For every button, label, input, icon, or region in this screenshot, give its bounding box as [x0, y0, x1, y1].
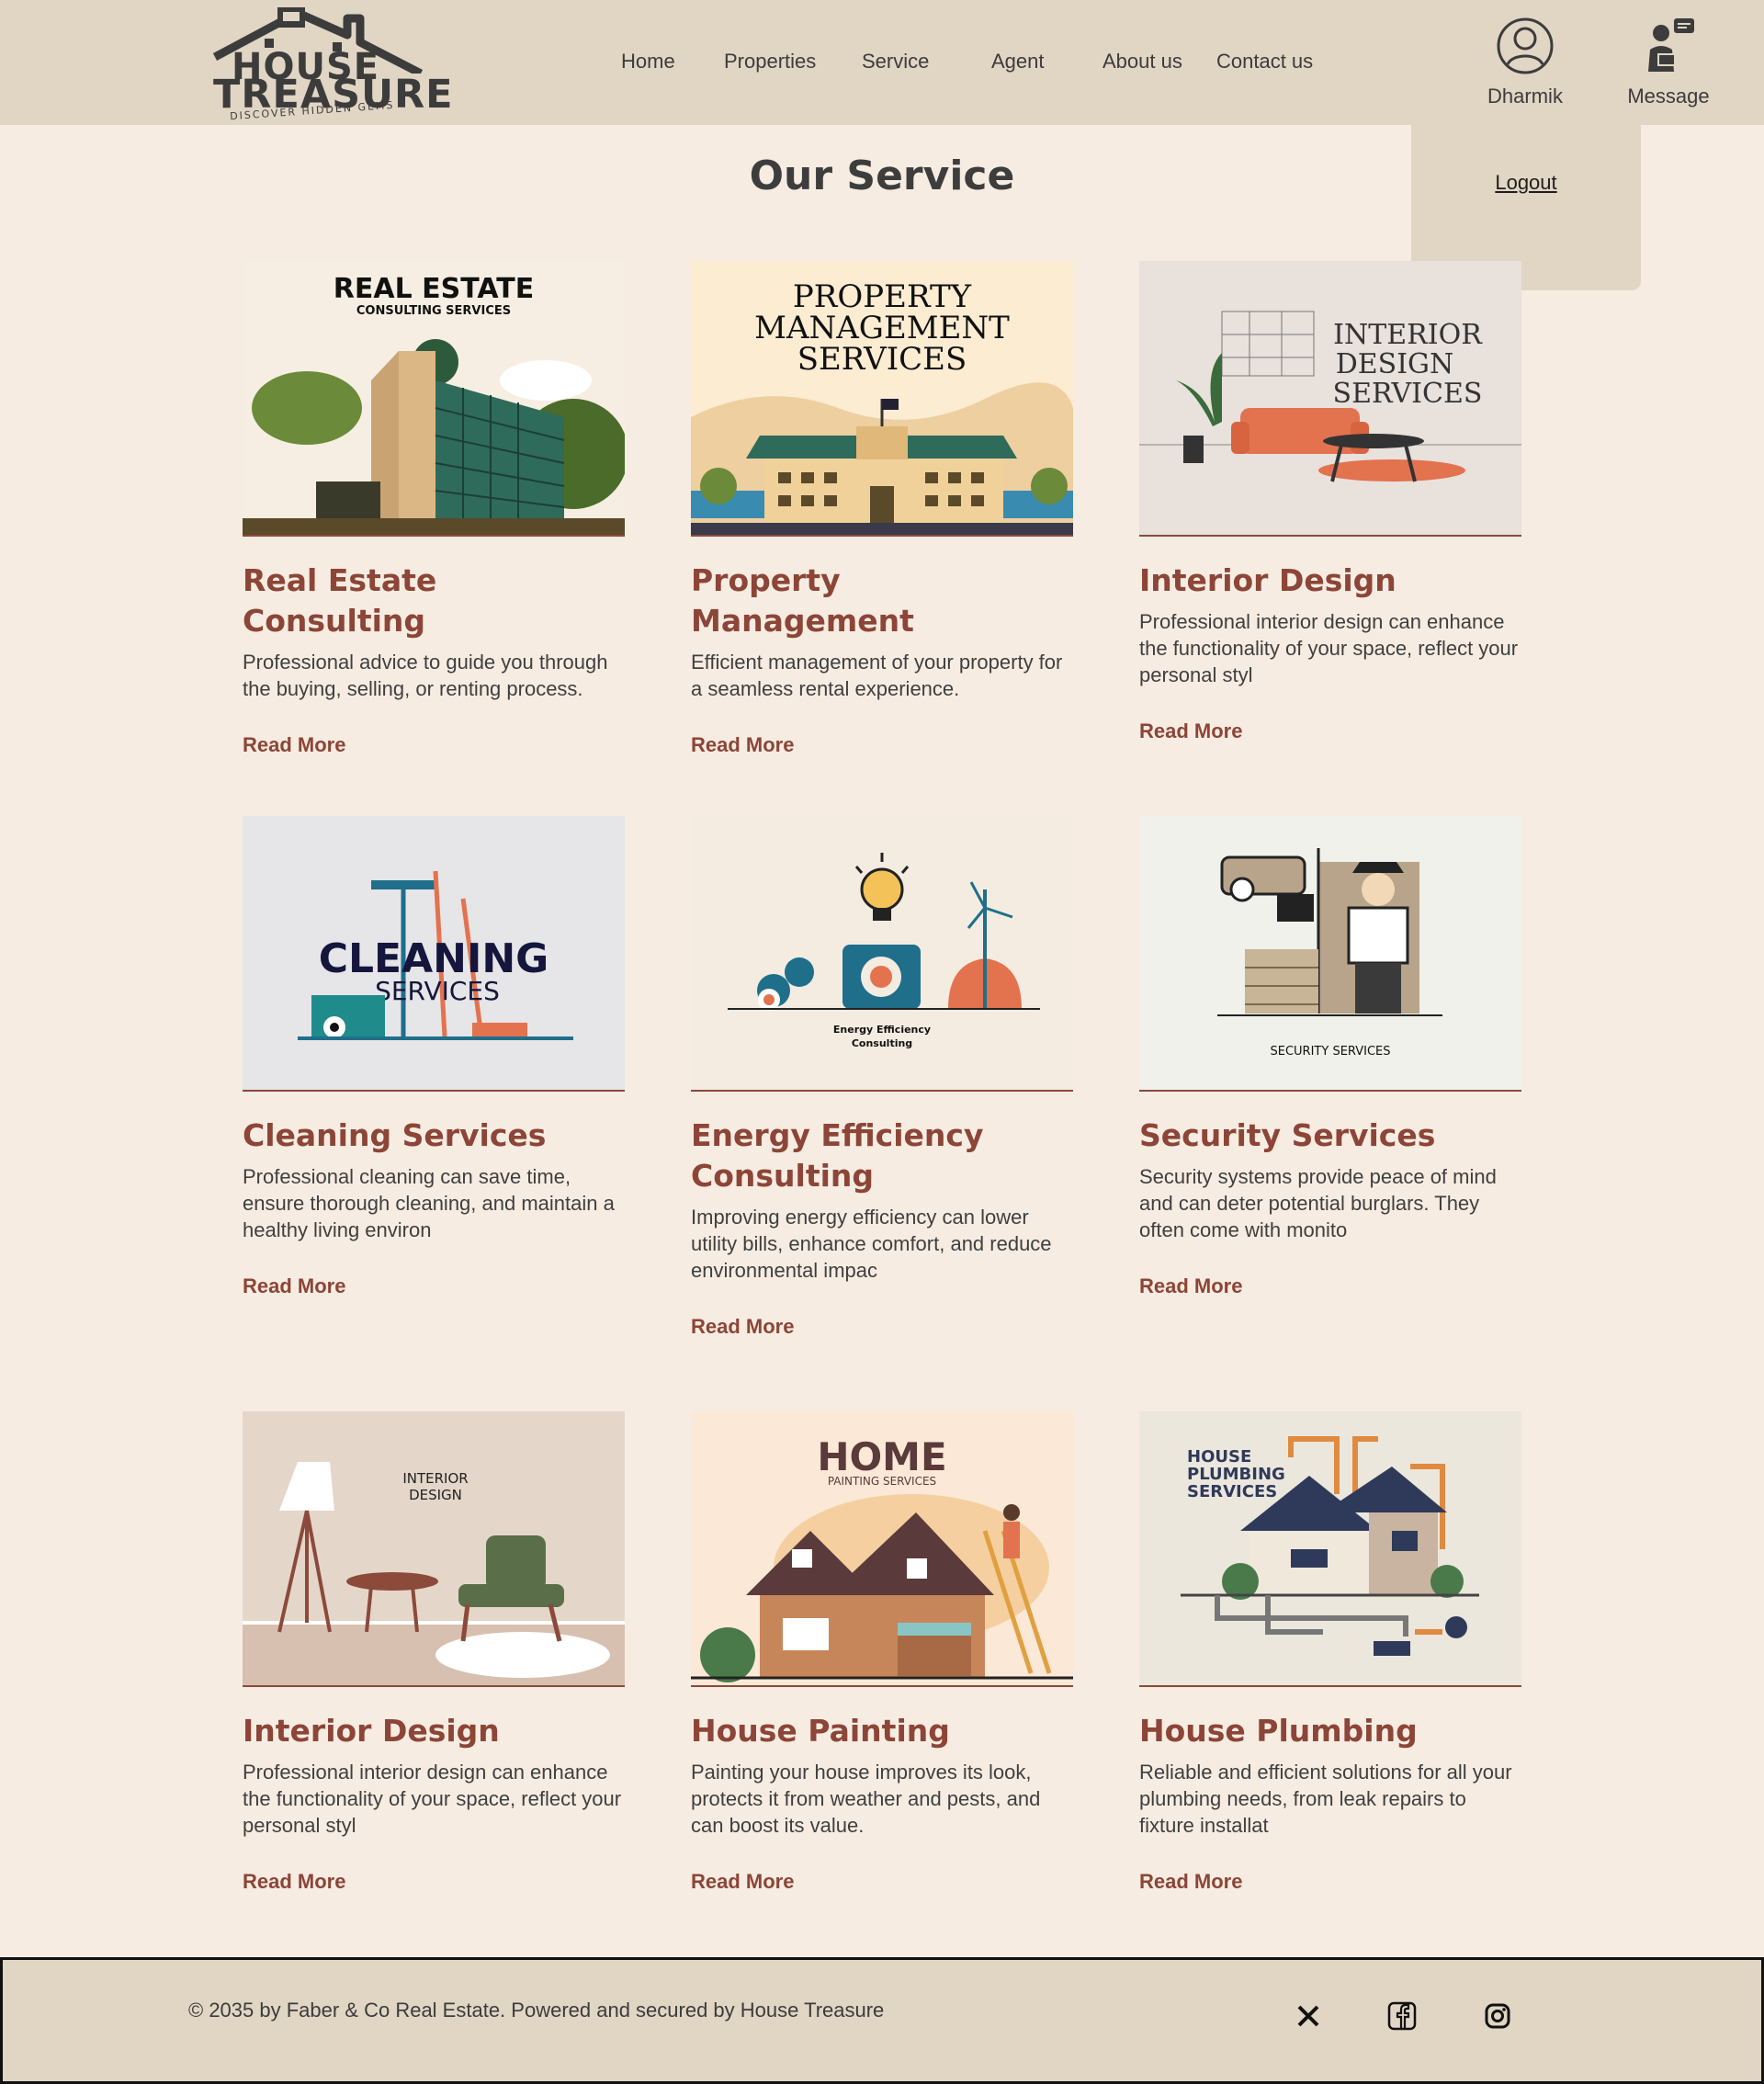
interior-illustration: INTERIOR DESIGN SERVICES: [1139, 311, 1521, 482]
service-image: Energy Efficiency Consulting: [691, 816, 1073, 1092]
service-description: Professional interior design can enhance…: [243, 1761, 622, 1837]
service-image: HOUSE PLUMBING SERVICES: [1139, 1411, 1521, 1687]
agent-chat-icon: [1648, 18, 1694, 72]
service-title: House Painting: [691, 1713, 950, 1749]
x-glyph: [1297, 2005, 1319, 2027]
security-illustration: SECURITY SERVICES: [1217, 848, 1442, 1059]
service-title: Interior Design: [1139, 562, 1396, 598]
instagram-glyph: [1485, 2003, 1510, 2029]
service-title: House Plumbing: [1139, 1713, 1418, 1749]
house-treasure-logo[interactable]: HOUSE TREASURE DISCOVER HIDDEN GEMS: [209, 0, 452, 123]
facebook-glyph: [1387, 2001, 1417, 2031]
image-caption: HOUSE: [1187, 1447, 1251, 1467]
image-caption-2: PAINTING SERVICES: [828, 1475, 936, 1488]
cleaning-illustration: CLEANING SERVICES: [298, 870, 573, 1040]
service-title: Real Estate Consulting: [243, 562, 437, 639]
service-card: REAL ESTATE CONSULTING SERVICES Real Est…: [243, 261, 625, 757]
image-caption: Energy Efficiency: [833, 1024, 931, 1036]
service-image: CLEANING SERVICES: [243, 816, 625, 1092]
service-description: Improving energy efficiency can lower ut…: [691, 1206, 1052, 1282]
service-image: INTERIOR DESIGN: [243, 1411, 625, 1687]
nav-contact[interactable]: Contact us: [1216, 50, 1313, 74]
image-caption-2: SERVICES: [375, 976, 500, 1006]
service-description: Professional interior design can enhance…: [1139, 610, 1519, 686]
service-image: INTERIOR DESIGN SERVICES: [1139, 261, 1521, 537]
site-header: HOUSE TREASURE DISCOVER HIDDEN GEMS Home…: [0, 0, 1764, 125]
plumbing-illustration: HOUSE PLUMBING SERVICES: [1181, 1436, 1479, 1656]
service-card: INTERIOR DESIGN SERVICES Interior Design…: [1139, 261, 1521, 743]
nav-home[interactable]: Home: [621, 50, 675, 74]
read-more-link[interactable]: Read More: [1139, 1274, 1242, 1298]
service-description: Professional cleaning can save time, ens…: [243, 1165, 615, 1241]
nav-about[interactable]: About us: [1102, 50, 1182, 74]
service-title: Energy Efficiency Consulting: [691, 1117, 984, 1194]
service-image: SECURITY SERVICES: [1139, 816, 1521, 1092]
service-description: Professional advice to guide you through…: [243, 651, 608, 700]
service-image: PROPERTY MANAGEMENT SERVICES: [691, 261, 1073, 537]
service-description: Painting your house improves its look, p…: [691, 1761, 1041, 1837]
site-footer: © 2035 by Faber & Co Real Estate. Powere…: [0, 1957, 1764, 2084]
image-caption: INTERIOR: [1333, 319, 1483, 351]
interior-room-illustration: INTERIOR DESIGN: [243, 1462, 625, 1685]
service-card: PROPERTY MANAGEMENT SERVICES Property Ma…: [691, 261, 1073, 757]
user-name: Dharmik: [1487, 85, 1563, 108]
facebook-icon[interactable]: [1386, 2000, 1418, 2032]
read-more-link[interactable]: Read More: [691, 1870, 794, 1894]
message-button[interactable]: Message: [1623, 17, 1714, 108]
read-more-link[interactable]: Read More: [243, 1870, 345, 1894]
message-label: Message: [1627, 85, 1710, 108]
x-icon[interactable]: [1293, 2000, 1324, 2032]
image-caption: HOME: [817, 1434, 946, 1479]
nav-properties[interactable]: Properties: [724, 50, 816, 74]
page-title: Our Service: [749, 153, 1015, 199]
building-illustration: REAL ESTATE CONSULTING SERVICES: [243, 273, 625, 535]
image-caption-3: SERVICES: [1333, 378, 1483, 410]
service-card: INTERIOR DESIGN Interior Design Professi…: [243, 1411, 625, 1894]
service-description: Security systems provide peace of mind a…: [1139, 1165, 1497, 1241]
image-caption-2: PLUMBING: [1187, 1465, 1285, 1484]
service-description: Efficient management of your property fo…: [691, 651, 1063, 700]
instagram-icon[interactable]: [1482, 2000, 1513, 2032]
image-caption-3: SERVICES: [797, 341, 967, 378]
service-card: Energy Efficiency Consulting Energy Effi…: [691, 816, 1073, 1339]
image-caption: INTERIOR: [402, 1470, 468, 1487]
read-more-link[interactable]: Read More: [243, 1274, 345, 1298]
read-more-link[interactable]: Read More: [691, 1315, 794, 1339]
copyright-text: © 2035 by Faber & Co Real Estate. Powere…: [188, 1999, 885, 2022]
read-more-link[interactable]: Read More: [243, 733, 345, 757]
service-title: Interior Design: [243, 1713, 500, 1749]
service-title: Cleaning Services: [243, 1117, 547, 1153]
service-image: REAL ESTATE CONSULTING SERVICES: [243, 261, 625, 537]
property-illustration: PROPERTY MANAGEMENT SERVICES: [691, 278, 1073, 535]
service-title: Property Management: [691, 562, 914, 639]
service-card: CLEANING SERVICES Cleaning Services Prof…: [243, 816, 625, 1298]
service-card: HOME PAINTING SERVICES House Painting Pa…: [691, 1411, 1073, 1894]
painting-illustration: HOME PAINTING SERVICES: [691, 1434, 1073, 1682]
user-menu[interactable]: Dharmik: [1479, 17, 1571, 108]
nav-service[interactable]: Service: [862, 50, 929, 74]
image-subcaption: CONSULTING SERVICES: [356, 304, 511, 318]
user-circle-icon: [1497, 17, 1554, 74]
service-image: HOME PAINTING SERVICES: [691, 1411, 1073, 1687]
image-caption-2: DESIGN: [1336, 348, 1454, 380]
read-more-link[interactable]: Read More: [1139, 1870, 1242, 1894]
image-caption: REAL ESTATE: [334, 273, 534, 305]
image-caption-3: SERVICES: [1187, 1482, 1277, 1501]
service-title: Security Services: [1139, 1117, 1436, 1153]
image-caption: SECURITY SERVICES: [1271, 1045, 1391, 1059]
read-more-link[interactable]: Read More: [691, 733, 794, 757]
image-caption-2: DESIGN: [409, 1487, 462, 1503]
service-card: SECURITY SERVICES Security Services Secu…: [1139, 816, 1521, 1298]
service-description: Reliable and efficient solutions for all…: [1139, 1761, 1512, 1837]
image-caption-2: Consulting: [852, 1037, 912, 1049]
read-more-link[interactable]: Read More: [1139, 719, 1242, 743]
energy-illustration: Energy Efficiency Consulting: [728, 853, 1040, 1049]
service-card: HOUSE PLUMBING SERVICES House Plumbing R…: [1139, 1411, 1521, 1894]
nav-agent[interactable]: Agent: [991, 50, 1045, 74]
